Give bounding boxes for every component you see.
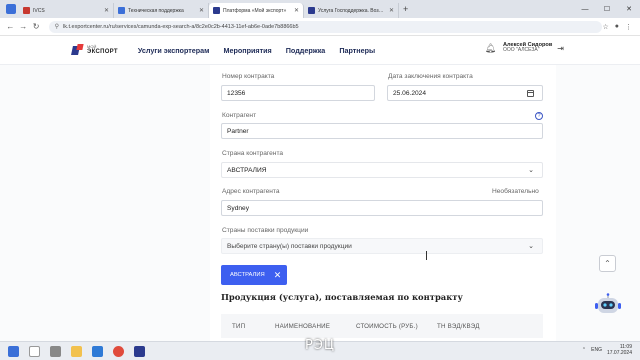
nav-item-export-services[interactable]: Услуги экспортерам: [138, 46, 210, 55]
counterparty-input[interactable]: Partner: [221, 123, 543, 139]
language-indicator[interactable]: ENG: [591, 347, 602, 353]
tab-title: Услуга Господдержка. Возме...: [318, 7, 387, 14]
close-tab-icon[interactable]: ✕: [389, 7, 394, 14]
clock[interactable]: 11:09 17.07.2024: [607, 344, 632, 356]
counterparty-country-value: АВСТРАЛИЯ: [227, 166, 267, 174]
tab-title: Платформа «Мой экспорт»: [223, 7, 287, 14]
counterparty-country-label: Страна контрагента: [222, 150, 284, 157]
contract-date-value: 25.06.2024: [393, 89, 427, 97]
new-tab-button[interactable]: +: [403, 4, 408, 14]
counterparty-address-label: Адрес контрагента: [222, 188, 280, 195]
counterparty-country-select[interactable]: АВСТРАЛИЯ ⌄: [221, 162, 543, 178]
counterparty-value: Partner: [227, 127, 249, 135]
app-icon[interactable]: [134, 345, 145, 357]
contract-number-input[interactable]: 12356: [221, 85, 375, 101]
browser-tab-1[interactable]: IVCS ✕: [19, 3, 114, 18]
start-menu-icon[interactable]: [8, 345, 19, 357]
counterparty-address-value: Sydney: [227, 204, 249, 212]
url-text: lk.t.exportcenter.ru/ru/services/camunda…: [62, 23, 299, 30]
selected-country-chip[interactable]: АВСТРАЛИЯ ✕: [221, 265, 287, 285]
nav-item-events[interactable]: Мероприятия: [223, 46, 271, 55]
chrome-icon[interactable]: [113, 345, 124, 357]
calendar-icon[interactable]: [527, 90, 534, 97]
optional-label: Необязательно: [492, 188, 539, 195]
clock-date: 17.07.2024: [606, 350, 632, 356]
search-icon[interactable]: [29, 345, 40, 357]
main-content: Номер контракта 12356 Дата заключения ко…: [0, 65, 640, 341]
logo[interactable]: МОЙ ЭКСПОРТ: [71, 44, 118, 56]
mouse-cursor: [426, 251, 430, 260]
logout-icon[interactable]: ⇥: [557, 44, 564, 53]
mail-icon[interactable]: [92, 345, 103, 357]
close-tab-icon[interactable]: ✕: [104, 7, 109, 14]
profile-icon[interactable]: ●: [615, 23, 619, 31]
browser-tab-2[interactable]: Техническая поддержка ✕: [114, 3, 209, 18]
chevron-down-icon: ⌄: [528, 243, 534, 250]
forward-icon[interactable]: →: [17, 22, 30, 31]
file-explorer-icon[interactable]: [71, 345, 82, 357]
maximize-icon[interactable]: ☐: [596, 5, 618, 13]
supply-countries-select[interactable]: Выберите страну(ы) поставки продукции ⌄: [221, 238, 543, 254]
tab-title: Техническая поддержка: [128, 7, 184, 14]
main-nav: Услуги экспортерам Мероприятия Поддержка…: [138, 46, 375, 55]
counterparty-address-input[interactable]: Sydney: [221, 200, 543, 216]
tab-title: IVCS: [33, 7, 45, 14]
help-icon[interactable]: ?: [535, 112, 543, 120]
tab-favicon-icon: [23, 7, 30, 14]
supply-countries-label: Страны поставки продукции: [222, 227, 309, 234]
browser-menu-icon[interactable]: ⋮: [625, 23, 632, 31]
notification-bell-icon[interactable]: 🔔︎: [485, 43, 496, 54]
column-header-cost: СТОИМОСТЬ (РУБ.): [356, 322, 418, 330]
nav-item-support[interactable]: Поддержка: [286, 46, 326, 55]
close-tab-icon[interactable]: ✕: [294, 7, 299, 14]
back-icon[interactable]: ←: [4, 22, 17, 31]
counterparty-label: Контрагент: [222, 112, 257, 119]
column-header-type: ТИП: [232, 322, 246, 330]
nav-item-partners[interactable]: Партнеры: [339, 46, 375, 55]
contract-date-label: Дата заключения контракта: [388, 73, 473, 80]
products-table-header: ТИП НАИМЕНОВАНИЕ СТОИМОСТЬ (РУБ.) ТН ВЭД…: [221, 314, 543, 338]
products-section-title: Продукция (услуга), поставляемая по конт…: [221, 292, 463, 302]
site-info-icon[interactable]: ⚲: [55, 23, 59, 30]
chevron-down-icon: ⌄: [528, 167, 534, 174]
browser-window-icon: [6, 4, 16, 14]
reload-icon[interactable]: ↻: [30, 22, 43, 31]
bookmark-star-icon[interactable]: ☆: [602, 23, 608, 31]
tab-favicon-icon: [118, 7, 125, 14]
contract-number-label: Номер контракта: [222, 73, 275, 80]
chatbot-assistant-icon[interactable]: [595, 293, 621, 317]
supply-countries-placeholder: Выберите страну(ы) поставки продукции: [227, 242, 352, 250]
contract-number-value: 12356: [227, 89, 246, 97]
column-header-tnved: ТН ВЭД/КВЭД: [437, 322, 480, 330]
left-margin: [0, 65, 210, 341]
tab-favicon-icon: [213, 7, 220, 14]
contract-date-input[interactable]: 25.06.2024: [387, 85, 543, 101]
tab-favicon-icon: [308, 7, 315, 14]
site-header: МОЙ ЭКСПОРТ Услуги экспортерам Мероприят…: [0, 36, 640, 65]
minimize-icon[interactable]: —: [574, 6, 596, 13]
logo-bottom-text: ЭКСПОРТ: [87, 49, 118, 55]
address-bar: ← → ↻ ⚲ lk.t.exportcenter.ru/ru/services…: [0, 18, 640, 36]
system-tray: ⌃ ENG 11:09 17.07.2024: [582, 344, 632, 356]
chip-label: АВСТРАЛИЯ: [230, 272, 265, 278]
window-controls: — ☐ ✕: [574, 0, 640, 18]
close-window-icon[interactable]: ✕: [618, 5, 640, 13]
video-caption: РЭЦ: [305, 338, 336, 353]
close-tab-icon[interactable]: ✕: [199, 7, 204, 14]
user-menu[interactable]: 🔔︎ Алексей Сидоров ООО "АЛСЕЗА" ⇥: [485, 42, 564, 54]
task-view-icon[interactable]: [50, 345, 61, 357]
browser-tab-4[interactable]: Услуга Господдержка. Возме... ✕: [304, 3, 399, 18]
scroll-to-top-button[interactable]: ⌃: [599, 255, 616, 272]
user-org: ООО "АЛСЕЗА": [503, 47, 540, 54]
tray-chevron-icon[interactable]: ⌃: [582, 347, 586, 353]
browser-tab-3[interactable]: Платформа «Мой экспорт» ✕: [209, 3, 304, 18]
logo-mark-icon: [71, 44, 84, 56]
column-header-name: НАИМЕНОВАНИЕ: [275, 322, 331, 330]
browser-tab-strip: IVCS ✕ Техническая поддержка ✕ Платформа…: [0, 0, 640, 18]
url-input[interactable]: ⚲ lk.t.exportcenter.ru/ru/services/camun…: [48, 20, 603, 33]
remove-chip-icon[interactable]: ✕: [274, 270, 282, 281]
